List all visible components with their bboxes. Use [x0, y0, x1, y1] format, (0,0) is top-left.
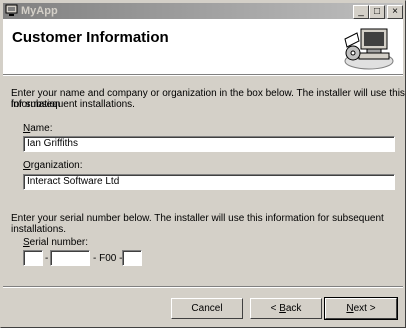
serial-separator-1: - — [45, 253, 49, 264]
serial-label: Serial number: — [23, 237, 88, 248]
name-label: Name: — [23, 123, 52, 134]
header-divider — [3, 74, 403, 76]
back-button-prefix: < — [270, 303, 280, 314]
name-input[interactable]: Ian Griffiths — [23, 136, 395, 152]
serial-instructions: Enter your serial number below. The inst… — [11, 213, 384, 235]
close-button[interactable]: × — [387, 5, 403, 19]
app-icon — [5, 4, 18, 16]
back-button-text: ack — [285, 303, 302, 314]
next-button[interactable]: Next > — [324, 297, 398, 320]
back-button[interactable]: < Back — [250, 298, 322, 319]
organization-label-accelerator: O — [23, 160, 31, 171]
page-title: Customer Information — [12, 29, 169, 46]
next-button-text: ext > — [353, 303, 376, 314]
instructions-line-2: for subsequent installations. — [11, 99, 135, 110]
serial-separator-2: - F00 - — [93, 253, 123, 264]
title-bar[interactable]: MyApp _ □ × — [3, 3, 403, 19]
maximize-button[interactable]: □ — [369, 5, 385, 19]
next-button-accelerator: N — [346, 303, 354, 314]
organization-label: Organization: — [23, 160, 82, 171]
wizard-header: Customer Information — [3, 19, 403, 74]
serial-part-2-input[interactable] — [50, 250, 90, 266]
name-label-text: ame: — [30, 123, 53, 134]
serial-label-text: erial number: — [29, 237, 89, 248]
serial-part-3-input[interactable] — [122, 250, 142, 266]
minimize-button[interactable]: _ — [353, 5, 369, 19]
cancel-button[interactable]: Cancel — [171, 298, 243, 319]
serial-label-accelerator: S — [23, 237, 30, 248]
organization-input[interactable]: Interact Software Ltd — [23, 174, 395, 190]
installer-window: MyApp _ □ × Customer Information Enter y… — [0, 0, 406, 328]
organization-label-text: rganization: — [30, 160, 83, 171]
back-button-accelerator: B — [279, 303, 286, 314]
serial-part-1-input[interactable] — [23, 250, 43, 266]
footer-divider — [3, 286, 403, 288]
window-title: MyApp — [21, 5, 58, 17]
computer-installer-icon — [344, 28, 394, 70]
